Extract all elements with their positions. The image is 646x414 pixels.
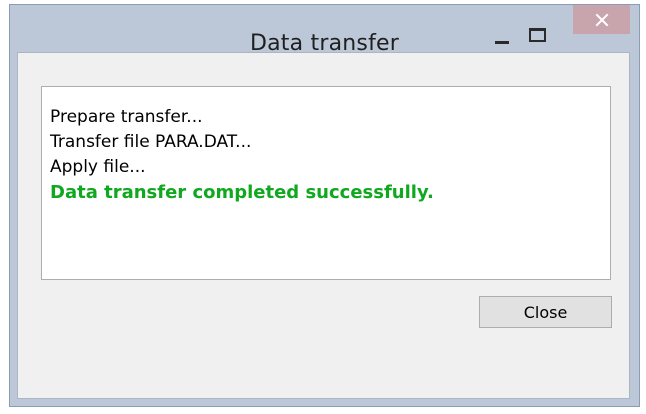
maximize-icon [529, 28, 546, 42]
dialog-window: Data transfer Prepare transfer... Transf… [9, 4, 640, 407]
log-line: Apply file... [50, 157, 146, 177]
close-icon [595, 13, 608, 26]
transfer-log[interactable]: Prepare transfer... Transfer file PARA.D… [41, 86, 611, 280]
minimize-icon [495, 41, 509, 44]
log-line: Prepare transfer... [50, 107, 203, 127]
maximize-button[interactable] [519, 23, 553, 49]
close-button[interactable]: Close [479, 296, 612, 328]
success-message: Data transfer completed successfully. [50, 182, 434, 203]
minimize-button[interactable] [487, 25, 517, 51]
log-line: Transfer file PARA.DAT... [50, 132, 252, 152]
window-close-button[interactable] [573, 5, 630, 34]
